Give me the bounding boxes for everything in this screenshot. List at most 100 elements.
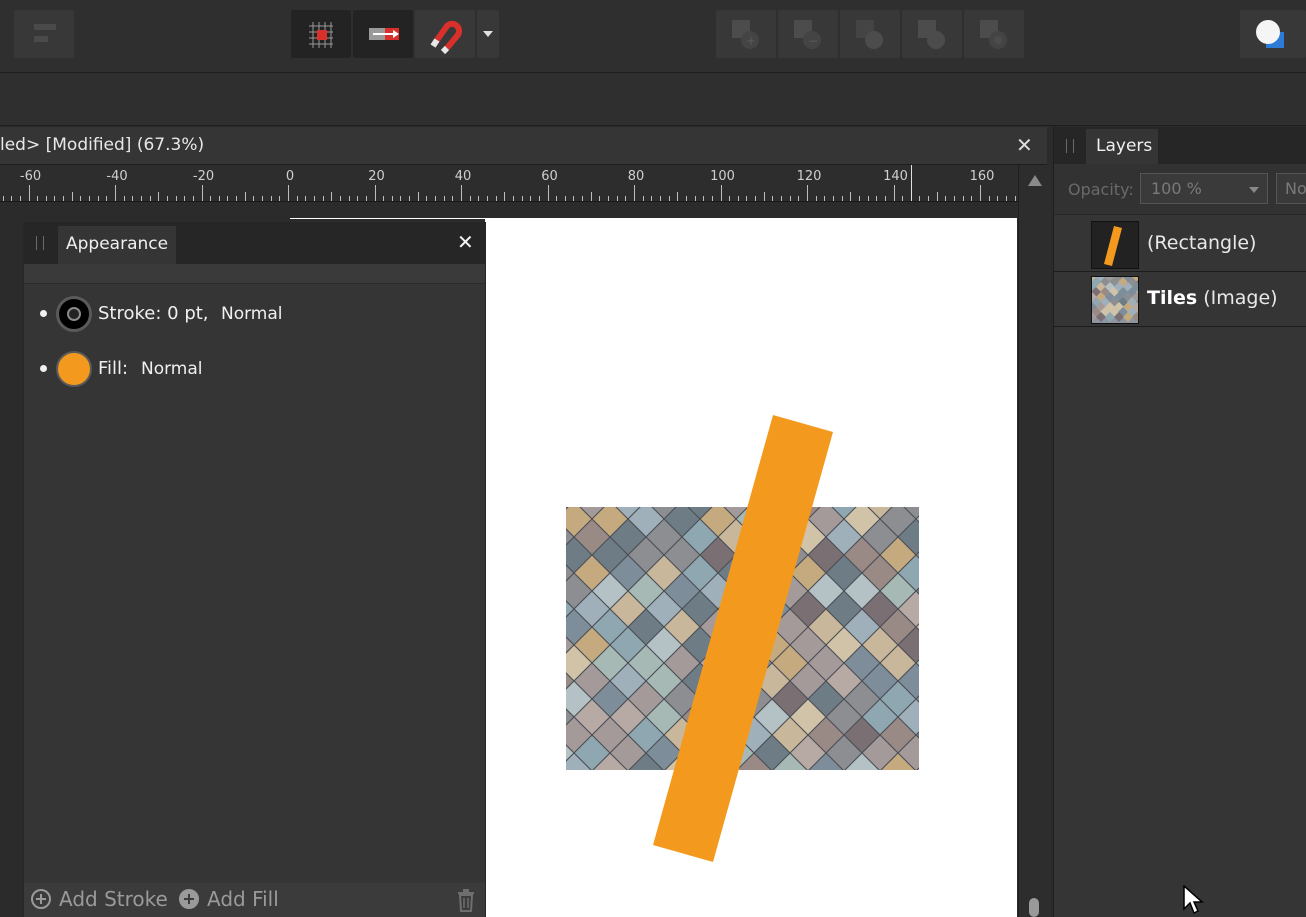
ruler-tick: [115, 185, 116, 201]
opacity-value: 100 %: [1151, 179, 1202, 198]
move-arrow-icon: [369, 28, 399, 40]
fill-row[interactable]: Fill: Normal: [24, 349, 485, 389]
ruler-tick: [798, 196, 800, 201]
snapping-magnet-button[interactable]: [415, 10, 475, 58]
scroll-up-icon[interactable]: [1028, 175, 1042, 186]
ruler-tick: [547, 185, 549, 201]
document-close-icon[interactable]: ✕: [1016, 133, 1033, 157]
ruler-label: -20: [192, 169, 215, 184]
add-stroke-button[interactable]: Add Stroke: [31, 887, 168, 911]
ruler-label: 140: [883, 169, 908, 184]
trash-icon[interactable]: [456, 888, 476, 912]
ruler-label: 20: [368, 169, 385, 184]
ruler-tick: [962, 196, 964, 201]
context-toolbar: [0, 73, 1306, 126]
drag-grip-icon[interactable]: [36, 236, 44, 250]
ruler-tick: [720, 185, 722, 201]
snap-grid-button[interactable]: [291, 10, 351, 58]
ruler-tick: [106, 196, 108, 201]
fill-blend-mode[interactable]: Normal: [141, 359, 203, 379]
ruler-tick: [28, 185, 30, 201]
ruler-tick: [279, 196, 281, 201]
add-fill-label: Add Fill: [207, 887, 279, 911]
boolean-add-button[interactable]: +: [716, 10, 776, 58]
tab-appearance[interactable]: Appearance: [58, 226, 176, 264]
boolean-xor-button[interactable]: [902, 10, 962, 58]
svg-text:+: +: [746, 34, 756, 48]
ruler-tick: [140, 196, 142, 201]
appearance-panel-header: Appearance ✕: [24, 222, 485, 264]
ruler-tick: [218, 196, 220, 201]
appearance-tab-label: Appearance: [66, 234, 169, 254]
ruler-tick: [729, 196, 731, 201]
boolean-divide-button[interactable]: [964, 10, 1024, 58]
ruler-tick: [815, 196, 817, 201]
boolean-intersect-button[interactable]: [840, 10, 900, 58]
ruler-tick: [45, 196, 47, 201]
boolean-xor-icon: [918, 20, 945, 49]
ruler-tick: [149, 196, 151, 201]
ruler-label: 100: [710, 169, 735, 184]
ruler-tick: [461, 185, 462, 201]
ruler-tick: [313, 196, 315, 201]
ruler-tick: [694, 196, 696, 201]
ruler-tick: [582, 196, 584, 201]
ruler-tick: [331, 192, 333, 201]
ruler-tick: [227, 196, 229, 201]
fill-swatch[interactable]: [56, 351, 92, 387]
blend-mode-dropdown[interactable]: No: [1276, 173, 1306, 204]
layer-row-rectangle[interactable]: (Rectangle): [1054, 217, 1306, 272]
snapping-options-dropdown[interactable]: [477, 10, 499, 58]
ruler-tick: [746, 196, 748, 201]
ruler-tick: [573, 196, 575, 201]
align-button[interactable]: [14, 10, 74, 58]
ruler-label: -40: [106, 169, 128, 184]
ruler-tick: [625, 196, 627, 201]
ruler-tick: [807, 185, 808, 201]
stroke-label: Stroke: 0 pt,: [98, 303, 209, 324]
ruler-tick: [409, 196, 411, 201]
ruler-tick: [556, 196, 558, 201]
ruler-tick: [902, 196, 904, 201]
snap-move-button[interactable]: [353, 10, 413, 58]
ruler-tick: [2, 196, 4, 201]
appearance-close-icon[interactable]: ✕: [457, 230, 474, 254]
ruler-tick: [253, 196, 255, 201]
ruler-tick: [175, 196, 177, 201]
caret-down-icon: [1249, 187, 1259, 193]
ruler-tick: [1014, 196, 1016, 201]
ruler-tick: [1005, 196, 1007, 201]
drag-grip-icon[interactable]: [1066, 139, 1074, 153]
layer-row-tiles[interactable]: Tiles (Image): [1054, 272, 1306, 327]
scrollbar-thumb[interactable]: [1029, 898, 1039, 917]
opacity-dropdown[interactable]: 100 %: [1140, 173, 1268, 204]
ruler-tick: [391, 196, 393, 201]
stroke-blend-mode[interactable]: Normal: [221, 304, 283, 324]
ruler-tick: [452, 196, 454, 201]
layer-name: Tiles (Image): [1147, 287, 1278, 309]
ruler-tick: [936, 192, 938, 201]
ruler-tick: [63, 196, 65, 201]
vertical-scrollbar[interactable]: [1018, 165, 1051, 917]
ruler-tick: [703, 196, 705, 201]
stroke-swatch[interactable]: [56, 296, 92, 332]
main-toolbar: + −: [0, 0, 1306, 73]
arrange-button[interactable]: [1240, 10, 1306, 58]
layers-tab-label: Layers: [1096, 136, 1153, 156]
ruler-tick: [988, 196, 990, 201]
document-tab[interactable]: led> [Modified] (67.3%) ✕: [0, 127, 1047, 165]
ruler-tick: [954, 196, 956, 201]
ruler-tick: [469, 196, 471, 201]
tab-layers[interactable]: Layers: [1086, 129, 1158, 164]
ruler-tick: [262, 196, 264, 201]
ruler-tick: [772, 196, 774, 201]
stroke-row[interactable]: Stroke: 0 pt, Normal: [24, 294, 485, 334]
ruler-tick: [365, 196, 367, 201]
add-fill-button[interactable]: Add Fill: [179, 887, 279, 911]
boolean-subtract-button[interactable]: −: [778, 10, 838, 58]
document-page[interactable]: [485, 219, 1017, 917]
ruler-label: -60: [19, 169, 42, 184]
stroke-bullet: [40, 310, 47, 317]
layers-panel-header: Layers: [1054, 127, 1306, 164]
boolean-intersect-icon: [856, 20, 883, 49]
